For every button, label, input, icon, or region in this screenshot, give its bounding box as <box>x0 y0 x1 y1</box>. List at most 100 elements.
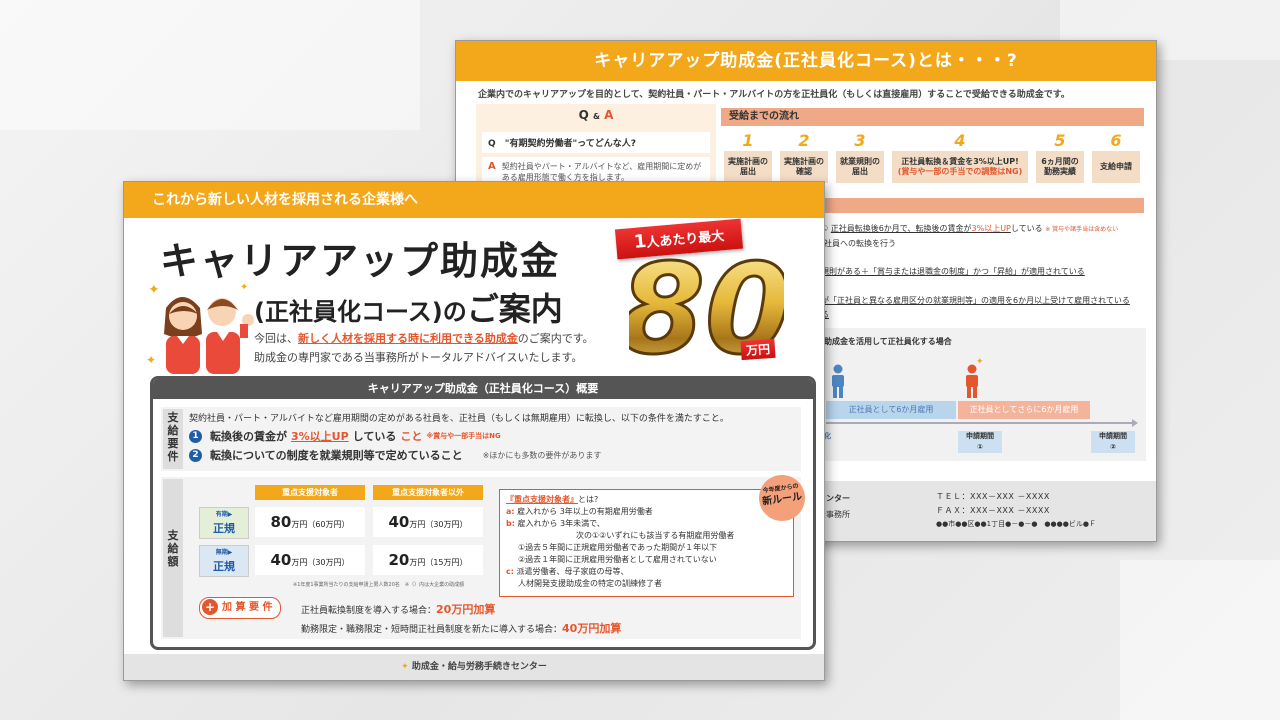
amount-unit: 万円（30万円） <box>291 558 350 567</box>
req-text: 転換についての制度を就業規則等で定めていること <box>210 449 463 462</box>
number-badge: 2 <box>189 448 202 462</box>
def-b4: ②過去１年間に正規雇用労働者として雇用されていない <box>518 555 717 564</box>
qa-q-letter: Q <box>578 108 589 122</box>
footer-tel: ＴＥＬ：XXX－XXX －XXXX <box>936 492 1050 501</box>
background-shape <box>1120 560 1280 720</box>
def-a: a: 雇入れから 3年以上の有期雇用労働者 <box>506 506 787 518</box>
def-text: 派遣労働者、母子家庭の母等、 <box>516 567 629 576</box>
step-label: 6ヵ月間の勤務実績 <box>1036 151 1084 183</box>
flow-heading: 受給までの流れ <box>721 108 1144 126</box>
back-title: キャリアアップ助成金(正社員化コース)とは・・・? <box>456 41 1156 81</box>
footer-address: ●●市●●区●●1丁目●－●－● ●●●●ビル●Ｆ <box>936 520 1096 528</box>
timeline-bar-1: 正社員として6か月雇用 <box>826 401 956 419</box>
answer-text: 契約社員やパート・アルバイトなど、雇用期間に定めがある雇用形態で働く方を指します… <box>501 162 702 182</box>
timeline-title: 助成金を活用して正社員化する場合 <box>824 337 952 346</box>
svg-text:✦: ✦ <box>148 282 160 298</box>
additional-line-2: 勤務限定・職務限定・短時間正社員制度を新たに導入する場合：40万円加算 <box>301 620 621 636</box>
staff-illustration-icon: ✦ ✦ ✦ <box>146 282 254 374</box>
plus-icon: + <box>202 599 218 615</box>
sparkle-icon: ✦ <box>401 662 412 672</box>
additional-requirements-badge: + 加 算 要 件 <box>199 597 281 619</box>
flow-step: 5 6ヵ月間の勤務実績 <box>1036 131 1084 189</box>
overview-panel: キャリアアップ助成金（正社員化コース）概要 支給要件 契約社員・パート・アルバイ… <box>150 376 816 650</box>
amount-label: 支給額 <box>163 479 183 637</box>
app-label: 申請期間 <box>1099 432 1127 440</box>
person-blue-icon <box>832 364 844 398</box>
def-title-line: 『重点支援対象者』とは? <box>506 494 787 506</box>
def-label: c: <box>506 567 514 576</box>
svg-text:✦: ✦ <box>146 353 156 367</box>
sub-title: (正社員化コース)のご案内 <box>254 284 563 330</box>
desc-emphasis: 新しく人材を採用する時に利用できる助成金 <box>298 332 518 345</box>
step-label-box: 正社員転換＆賃金を3%以上UP! (賞与や一部の手当での調整はNG) <box>892 151 1028 183</box>
top-banner: これから新しい人材を採用される企業様へ <box>124 182 824 218</box>
number-badge: 1 <box>189 429 202 443</box>
amount-note: ※1年度1事業所当たりの支給申請上限人数20名 ※（）内は大企業の助成額 <box>293 582 465 588</box>
def-c: c: 派遣労働者、母子家庭の母等、 <box>506 566 787 578</box>
amount-value: 20 <box>388 551 410 569</box>
qa-amp: & <box>592 112 600 121</box>
a-mark: A <box>488 161 496 172</box>
def-title: 『重点支援対象者』 <box>506 495 578 504</box>
amount-value: 40 <box>388 513 410 531</box>
condition-1: ① 正社員転換後6か月で、転換後の賃金が3%以上UPしている ※ 賞与や諸手当は… <box>821 223 1118 234</box>
footer-fax: ＦＡＸ：XXX－XXX －XXXX <box>936 506 1050 515</box>
ks-text: 勤務限定・職務限定・短時間正社員制度を新たに導入する場合： <box>301 625 563 635</box>
svg-text:✦: ✦ <box>976 357 984 367</box>
sub-title-a: (正社員化コース)の <box>254 298 467 326</box>
app-label: 申請期間 <box>966 432 994 440</box>
requirements-intro: 契約社員・パート・アルバイトなど雇用期間の定めがある社員を、正社員（もしくは無期… <box>189 414 729 424</box>
step-label: 実施計画の確認 <box>780 151 828 183</box>
background-shape <box>0 0 420 130</box>
amount-value: 80 <box>270 513 292 531</box>
row-label-main: 正規 <box>213 560 235 573</box>
step-number: 5 <box>1054 131 1066 150</box>
amount-cell: 80万円（60万円） <box>255 507 365 537</box>
back-footer: センター 士事務所 ＴＥＬ：XXX－XXX －XXXX ＦＡＸ：XXX－XXX … <box>816 481 1156 541</box>
def-c2: 人材開発支援助成金の特定の訓練修了者 <box>518 579 662 588</box>
flow-step: 6 支給申請 <box>1092 131 1140 189</box>
def-b2: 次の①②いずれにも該当する有期雇用労働者 <box>576 531 735 540</box>
def-b: b: 雇入れから 3年未満で、 <box>506 518 787 530</box>
req-text: 転換後の賃金が <box>210 430 287 443</box>
step-number: 2 <box>798 131 810 150</box>
desc-text: のご案内です。 <box>517 332 594 345</box>
step-label: 支給申請 <box>1092 151 1140 183</box>
cond-note: ※ 賞与や諸手当は含めない <box>1045 226 1119 233</box>
step-number: 1 <box>742 131 754 150</box>
desc-text: 今回は、 <box>254 332 298 345</box>
column-header-priority: 重点支援対象者 <box>255 485 365 500</box>
amount-cell: 40万円（30万円） <box>255 545 365 575</box>
qa-a-letter: A <box>604 108 614 122</box>
description-line-1: 今回は、新しく人材を採用する時に利用できる助成金のご案内です。 <box>254 330 594 346</box>
row-label-muki: 無期▶ 正規 <box>199 545 249 577</box>
amount-unit: 万円（60万円） <box>291 520 350 529</box>
req-text: している <box>352 430 397 443</box>
panel-header: キャリアアップ助成金（正社員化コース）概要 <box>153 379 813 399</box>
def-b3: ①過去５年間に正規雇用労働者であった期間が１年以下 <box>518 543 718 552</box>
qa-heading: Q & A <box>476 104 716 126</box>
sub-title-b: ご案内 <box>466 290 563 328</box>
front-document: これから新しい人材を採用される企業様へ キャリアアップ助成金 (正社員化コース)… <box>123 181 825 681</box>
priority-definition-box: 『重点支援対象者』とは? a: 雇入れから 3年以上の有期雇用労働者 b: 雇入… <box>499 489 794 597</box>
amount-section: 支給額 重点支援対象者 重点支援対象者以外 有期▶ 正規 無期▶ 正規 80万円… <box>161 472 808 639</box>
question-text: "有期契約労働者"ってどんな人? <box>504 139 636 149</box>
step-label: 実施計画の届出 <box>724 151 772 183</box>
step-number: 4 <box>954 131 966 150</box>
requirements-section: 支給要件 契約社員・パート・アルバイトなど雇用期間の定めがある社員を、正社員（も… <box>161 407 801 471</box>
step-label: 正社員転換＆賃金を3%以上UP! <box>901 157 1019 167</box>
qa-question: Q "有期契約労働者"ってどんな人? <box>482 132 710 153</box>
req-note: ※ほかにも多数の要件があります <box>482 450 602 460</box>
row-label-small: 無期▶ <box>215 549 233 556</box>
application-period-2: 申請期間 ② <box>1091 431 1135 453</box>
ks-amount: 20万円加算 <box>436 603 496 616</box>
row-label-small: 有期▶ <box>215 511 233 518</box>
amount-unit: 万円（30万円） <box>409 520 468 529</box>
step-label-note: (賞与や一部の手当での調整はNG) <box>897 167 1023 176</box>
def-label: b: <box>506 519 515 528</box>
flow-step: 3 就業規則の届出 <box>836 131 884 189</box>
cond-text: 正社員転換後6か月で、転換後の賃金が <box>830 224 972 233</box>
amount-value: 40 <box>270 551 292 569</box>
condition-4: が「正社員と異なる雇用区分の就業規則等」の適用を6か月以上受けて雇用されている <box>821 296 1130 305</box>
description-line-2: 助成金の専門家である当事務所がトータルアドバイスいたします。 <box>254 351 583 364</box>
